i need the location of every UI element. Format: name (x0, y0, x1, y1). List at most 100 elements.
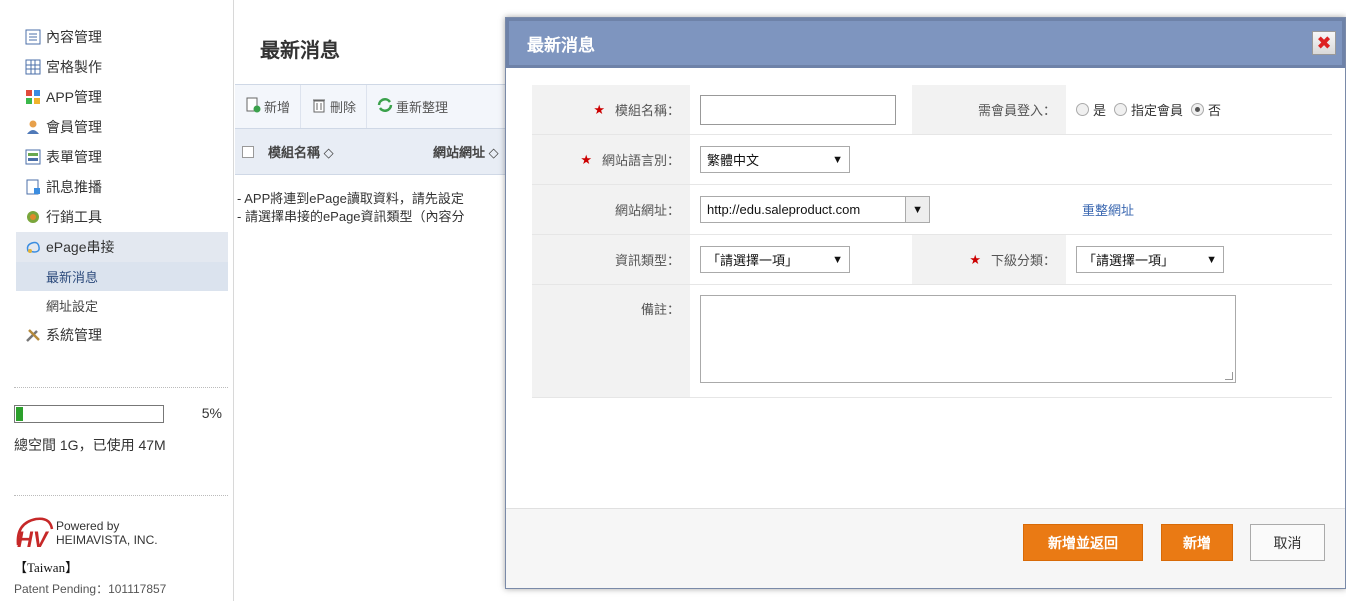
member-login-no-radio[interactable]: 否 (1191, 100, 1221, 119)
column-site-url[interactable]: 網站網址 ◇ (433, 142, 499, 161)
cancel-button[interactable]: 取消 (1250, 524, 1325, 561)
member-login-label-cell: 需會員登入： (912, 85, 1066, 134)
list-icon (24, 28, 42, 46)
column-module-name[interactable]: 模組名稱 ◇ (268, 142, 433, 161)
required-mark: ★ (580, 151, 592, 167)
required-mark: ★ (593, 101, 605, 117)
select-all-checkbox[interactable] (242, 145, 254, 158)
form-row: ★ 網站語言別： 繁體中文 ▼ (532, 135, 1332, 185)
module-name-label-cell: ★ 模組名稱： (532, 85, 690, 134)
sidebar-item-members[interactable]: 會員管理 (16, 112, 228, 142)
site-url-label-cell: 網站網址： (532, 185, 690, 234)
sidebar-item-label: 宮格製作 (46, 59, 102, 75)
member-login-cell: 是 指定會員 否 (1066, 85, 1332, 134)
site-url-select[interactable]: http://edu.saleproduct.com ▼ (700, 196, 930, 223)
sidebar-item-label: 內容管理 (46, 29, 102, 45)
member-login-yes-radio[interactable]: 是 (1076, 100, 1106, 119)
sidebar-item-label: 系統管理 (46, 327, 102, 343)
user-icon (24, 118, 42, 136)
radio-label: 指定會員 (1131, 103, 1184, 118)
module-name-input[interactable] (700, 94, 896, 125)
remark-textarea[interactable] (700, 295, 1236, 383)
info-type-label: 資訊類型： (614, 253, 680, 268)
sidebar-item-marketing[interactable]: 行銷工具 (16, 202, 228, 232)
sidebar-divider (14, 387, 228, 388)
sidebar-item-grid[interactable]: 宮格製作 (16, 52, 228, 82)
radio-dot (1114, 103, 1128, 116)
note-line: - APP將連到ePage讀取資料，請先設定 (237, 191, 464, 206)
epage-icon (24, 238, 42, 256)
add-button[interactable]: 新增 (235, 85, 302, 128)
delete-button[interactable]: 刪除 (301, 85, 368, 128)
sidebar-subitem-url-settings[interactable]: 網址設定 (16, 291, 228, 320)
sidebar-item-system[interactable]: 系統管理 (16, 320, 228, 350)
app-icon (24, 88, 42, 106)
remark-cell (690, 285, 1332, 397)
sidebar-item-app[interactable]: APP管理 (16, 82, 228, 112)
sidebar-subitem-news[interactable]: 最新消息 (16, 262, 228, 291)
form-row: ★ 模組名稱： 需會員登入： 是 指定會員 否 (532, 85, 1332, 135)
remark-label: 備註： (640, 302, 680, 317)
storage-progress-fill (16, 407, 23, 421)
radio-label: 否 (1208, 103, 1222, 118)
table-header: 模組名稱 ◇ 網站網址 ◇ (235, 129, 535, 175)
dialog-form: ★ 模組名稱： 需會員登入： 是 指定會員 否 ★ 網站語言別： 繁體中文 ▼ … (532, 85, 1332, 398)
sidebar: 內容管理 宮格製作 APP管理 會員管理 表單管理 訊息推播 行銷工具 ePag… (0, 0, 234, 601)
sub-category-label-cell: ★ 下級分類： (912, 235, 1066, 284)
dialog-footer: 新增並返回 新增 取消 (506, 508, 1345, 588)
radio-label: 是 (1093, 103, 1107, 118)
info-type-cell: 「請選擇一項」 ▼ (690, 235, 912, 284)
svg-text:HV: HV (17, 527, 50, 551)
notes: - APP將連到ePage讀取資料，請先設定 - 請選擇串接的ePage資訊類型… (237, 190, 505, 226)
news-dialog: 最新消息 ✖ ★ 模組名稱： 需會員登入： 是 指定會員 否 ★ 網站語言別： … (505, 17, 1346, 589)
sidebar-item-label: 行銷工具 (46, 209, 102, 225)
chevron-down-icon: ▼ (905, 197, 929, 222)
sidebar-item-label: APP管理 (46, 89, 103, 105)
marketing-icon (24, 208, 42, 226)
language-select-value: 繁體中文 (707, 153, 760, 168)
site-url-label: 網站網址： (614, 203, 680, 218)
sub-category-cell: 「請選擇一項」 ▼ (1066, 235, 1332, 284)
tools-icon (24, 326, 42, 344)
site-url-cell: http://edu.saleproduct.com ▼ 重整網址 (690, 185, 1332, 234)
grid-icon (24, 58, 42, 76)
dialog-header: 最新消息 ✖ (506, 18, 1345, 68)
sidebar-item-push[interactable]: 訊息推播 (16, 172, 228, 202)
message-icon (24, 178, 42, 196)
add-submit-button[interactable]: 新增 (1161, 524, 1233, 561)
member-login-label: 需會員登入： (977, 103, 1056, 118)
brand-company: HEIMAVISTA, INC. (56, 533, 158, 547)
language-cell: 繁體中文 ▼ (690, 135, 1332, 184)
close-icon[interactable]: ✖ (1312, 31, 1336, 55)
form-row: 資訊類型： 「請選擇一項」 ▼ ★ 下級分類： 「請選擇一項」 ▼ (532, 235, 1332, 285)
sub-category-select[interactable]: 「請選擇一項」 ▼ (1076, 246, 1224, 273)
remark-label-cell: 備註： (532, 285, 690, 397)
info-type-label-cell: 資訊類型： (532, 235, 690, 284)
sidebar-nav: 內容管理 宮格製作 APP管理 會員管理 表單管理 訊息推播 行銷工具 ePag… (16, 22, 228, 350)
sub-category-label: 下級分類： (990, 253, 1056, 268)
delete-button-label: 刪除 (330, 100, 357, 115)
brand-block: HV Powered by HEIMAVISTA, INC. 【Taiwan】 … (14, 515, 166, 597)
sidebar-item-epage[interactable]: ePage串接 (16, 232, 228, 262)
language-select[interactable]: 繁體中文 ▼ (700, 146, 850, 173)
reorder-button-label: 重新整理 (396, 100, 449, 115)
sidebar-item-label: 表單管理 (46, 149, 102, 165)
chevron-down-icon: ▼ (1206, 253, 1217, 266)
storage-progress-bar (14, 405, 164, 423)
info-type-select-value: 「請選擇一項」 (707, 253, 799, 268)
page-title: 最新消息 (260, 40, 340, 62)
sidebar-item-forms[interactable]: 表單管理 (16, 142, 228, 172)
storage-usage: 5% 總空間 1G，已使用 47M (14, 405, 228, 455)
member-login-specified-radio[interactable]: 指定會員 (1114, 100, 1183, 119)
brand-powered-by: Powered by (56, 519, 120, 533)
sidebar-item-label: 會員管理 (46, 119, 102, 135)
language-label-cell: ★ 網站語言別： (532, 135, 690, 184)
sidebar-item-content[interactable]: 內容管理 (16, 22, 228, 52)
add-page-icon (245, 97, 261, 116)
info-type-select[interactable]: 「請選擇一項」 ▼ (700, 246, 850, 273)
reorder-button[interactable]: 重新整理 (367, 85, 458, 128)
reset-url-link[interactable]: 重整網址 (1082, 200, 1134, 219)
storage-percent: 5% (201, 405, 222, 421)
chevron-down-icon: ▼ (832, 253, 843, 266)
add-and-return-button[interactable]: 新增並返回 (1023, 524, 1143, 561)
